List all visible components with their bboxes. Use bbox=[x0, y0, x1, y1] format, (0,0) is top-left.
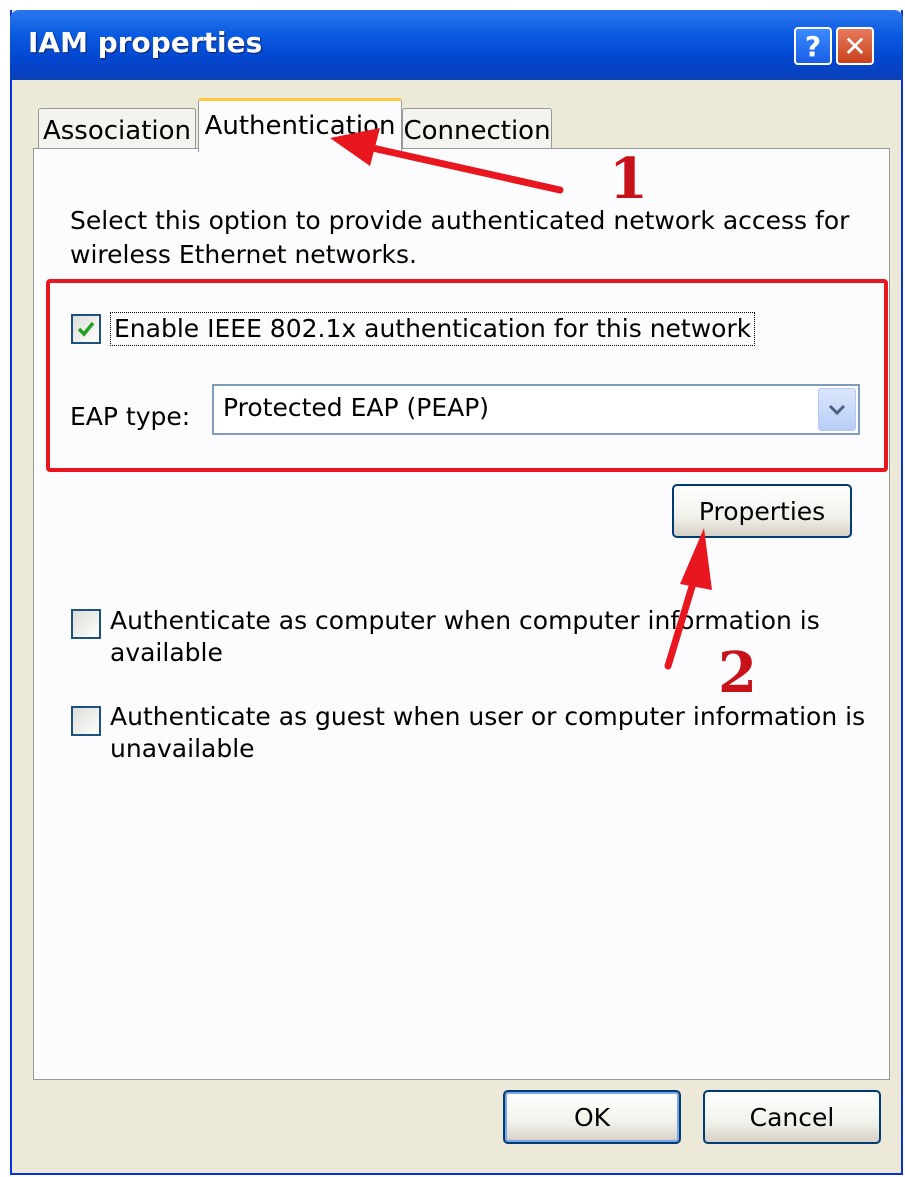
title-bar[interactable]: IAM properties ? ✕ bbox=[10, 10, 903, 80]
chevron-down-icon bbox=[828, 404, 846, 415]
authentication-description: Select this option to provide authentica… bbox=[70, 206, 850, 269]
tab-connection[interactable]: Connection bbox=[402, 108, 552, 152]
help-button[interactable]: ? bbox=[794, 27, 832, 65]
tab-authentication[interactable]: Authentication bbox=[198, 98, 402, 152]
iam-properties-dialog: IAM properties ? ✕ Association Authentic… bbox=[10, 10, 903, 1175]
dropdown-arrow-button[interactable] bbox=[818, 388, 856, 431]
eap-type-value: Protected EAP (PEAP) bbox=[223, 393, 490, 422]
dialog-title: IAM properties bbox=[28, 26, 263, 59]
check-mark-icon bbox=[77, 321, 95, 337]
annotation-number-1: 1 bbox=[609, 146, 648, 212]
annotation-number-2: 2 bbox=[718, 640, 757, 706]
properties-button[interactable]: Properties bbox=[672, 484, 852, 538]
auth-as-guest-label[interactable]: Authenticate as guest when user or compu… bbox=[110, 701, 870, 765]
enable-8021x-checkbox[interactable] bbox=[71, 314, 101, 344]
enable-8021x-label[interactable]: Enable IEEE 802.1x authentication for th… bbox=[110, 312, 756, 346]
auth-as-computer-label[interactable]: Authenticate as computer when computer i… bbox=[110, 605, 889, 669]
cancel-button[interactable]: Cancel bbox=[703, 1090, 881, 1144]
ok-button[interactable]: OK bbox=[503, 1090, 681, 1144]
auth-as-computer-checkbox[interactable] bbox=[71, 609, 101, 639]
eap-type-label: EAP type: bbox=[70, 402, 191, 431]
auth-as-guest-checkbox[interactable] bbox=[71, 706, 101, 736]
eap-type-select[interactable]: Protected EAP (PEAP) bbox=[212, 384, 860, 435]
authentication-panel: Select this option to provide authentica… bbox=[33, 148, 890, 1080]
help-icon: ? bbox=[804, 29, 822, 63]
annotation-highlight-box bbox=[46, 279, 888, 472]
close-button[interactable]: ✕ bbox=[836, 27, 874, 65]
tab-association[interactable]: Association bbox=[38, 108, 196, 152]
close-icon: ✕ bbox=[843, 29, 867, 63]
